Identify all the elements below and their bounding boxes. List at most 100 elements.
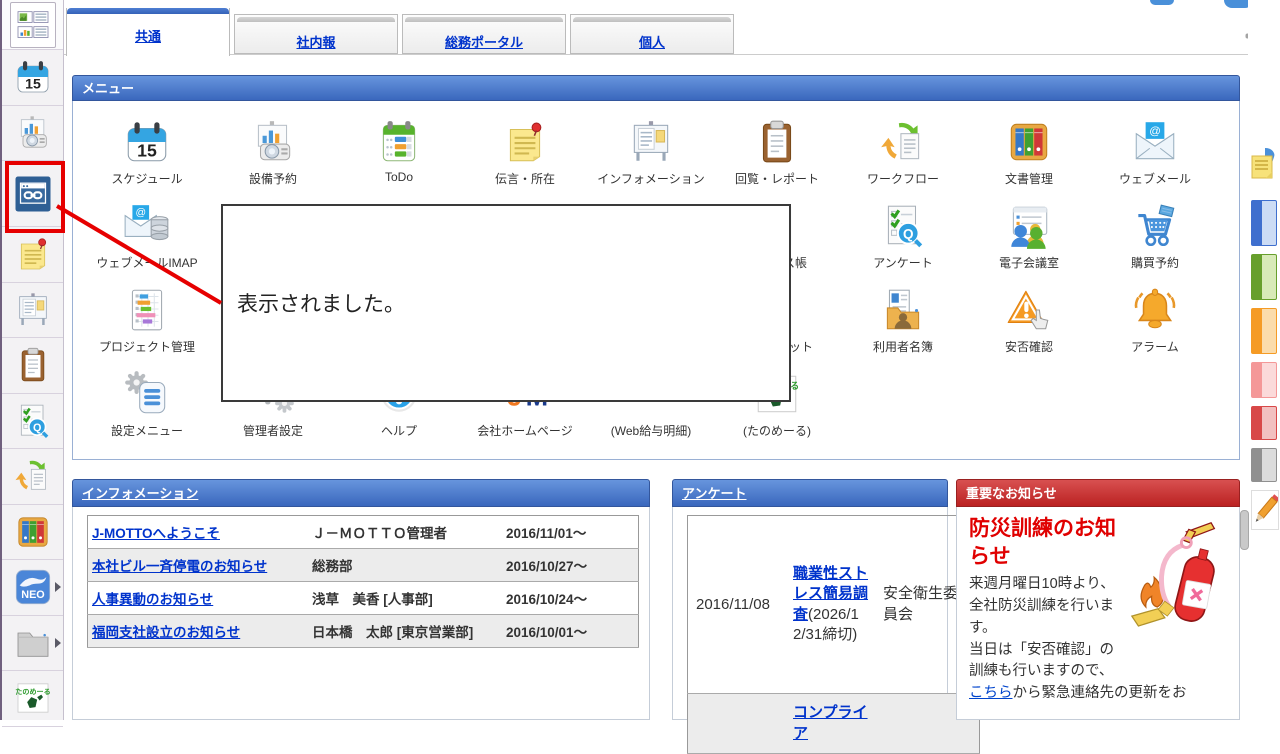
menu-item-meeting[interactable]: 電子会議室 [966, 201, 1092, 271]
users-icon [878, 285, 928, 335]
menu-item-label: 回覧・レポート [714, 170, 840, 187]
rightbar-shortcut-gray[interactable] [1251, 448, 1277, 482]
menu-item-projector[interactable]: 設備予約 [210, 117, 336, 187]
expand-arrow-icon[interactable] [55, 638, 61, 648]
menu-item-label: 文書管理 [966, 170, 1092, 187]
sidebar-item-facility-reservation[interactable] [2, 106, 63, 162]
survey-panel: アンケート 2016/11/08職業性ストレス簡易調査(2026/12/31締切… [672, 479, 948, 720]
important-notice-body: 防災訓練のお知らせ 来週月曜日10時より、全社防災訓練を行います。 当日は「安否… [956, 507, 1240, 720]
tab-3[interactable]: 総務ポータル [402, 14, 566, 54]
sidebar-item-document-management[interactable] [2, 505, 63, 561]
project-icon [122, 285, 172, 335]
svg-text:15: 15 [25, 77, 41, 93]
information-body: J-MOTTOへようこそＪ－ＭＯＴＴＯ管理者2016/11/01～本社ビル一斉停… [72, 507, 650, 720]
survey-row: 2016/11/08職業性ストレス簡易調査(2026/12/31締切)安全衛生委… [688, 516, 980, 694]
tab-2[interactable]: 社内報 [234, 14, 398, 54]
information-title-link[interactable]: インフォメーション [82, 486, 198, 501]
menu-item-settings[interactable]: 設定メニュー [84, 369, 210, 439]
menu-item-note[interactable]: 伝言・所在 [462, 117, 588, 187]
menu-item-label: ToDo [336, 170, 462, 184]
menu-item-label: ワークフロー [840, 170, 966, 187]
svg-text:NEO: NEO [21, 589, 44, 601]
tab-accent-bar [67, 8, 229, 14]
tab-label: 社内報 [296, 35, 335, 50]
info-title-link[interactable]: 本社ビル一斉停電のお知らせ [92, 559, 267, 574]
menu-panel-title: メニュー [82, 81, 134, 96]
menu-item-users[interactable]: 利用者名簿 [840, 285, 966, 355]
sidebar-item-cabinet-folder[interactable] [2, 616, 63, 672]
menu-item-label: インフォメーション [588, 170, 714, 187]
callout-text: 表示されました。 [237, 288, 405, 318]
menu-item-label: 購買予約 [1092, 254, 1218, 271]
menu-item-binders[interactable]: 文書管理 [966, 117, 1092, 187]
rightbar-shortcut-red[interactable] [1251, 406, 1277, 440]
safety-icon [1004, 285, 1054, 335]
rightbar-shortcut-blue[interactable] [1251, 200, 1277, 246]
menu-item-surveyq[interactable]: Qアンケート [840, 201, 966, 271]
sidebar-item-circulation-report[interactable] [2, 338, 63, 394]
menu-item-clipboard[interactable]: 回覧・レポート [714, 117, 840, 187]
survey-title-link[interactable]: コンプライア [793, 704, 868, 741]
clipboard-icon [13, 345, 53, 385]
info-title-link[interactable]: 福岡支社設立のお知らせ [92, 625, 240, 640]
note-icon [13, 234, 53, 274]
rightbar-shortcut-green[interactable] [1251, 254, 1277, 300]
sidebar-item-information[interactable] [2, 283, 63, 339]
tab-4[interactable]: 個人 [570, 14, 734, 54]
menu-item-label: (たのめーる) [714, 422, 840, 439]
menu-item-webmailimap[interactable]: @ウェブメールIMAP [84, 201, 210, 271]
rightbar-memo-shortcut[interactable] [1251, 146, 1277, 190]
info-date: 2016/10/24～ [502, 582, 639, 615]
notice-here-link[interactable]: こちら [969, 685, 1013, 701]
tutorial-callout: 表示されました。 [221, 204, 791, 402]
svg-text:15: 15 [137, 141, 157, 161]
sidebar-item-portal-selector[interactable] [2, 0, 63, 50]
survey-date [688, 694, 788, 754]
toolbar-cropped-icon[interactable] [1150, 0, 1174, 5]
sidebar-item-memo[interactable] [2, 227, 63, 283]
sidebar-item-workflow[interactable] [2, 449, 63, 505]
menu-item-todo[interactable]: ToDo [336, 117, 462, 184]
fire-extinguisher-icon [1123, 517, 1229, 645]
rightbar-shortcut-pink[interactable] [1251, 362, 1277, 398]
calendar-icon: 15 [13, 57, 53, 97]
sidebar-item-schedule[interactable]: 15 [2, 50, 63, 106]
menu-item-calendar[interactable]: 15スケジュール [84, 117, 210, 187]
menu-item-label: 電子会議室 [966, 254, 1092, 271]
survey-header: アンケート [672, 479, 948, 507]
tab-accent-bar [405, 17, 563, 22]
menu-item-label: 管理者設定 [210, 422, 336, 439]
meeting-icon [1004, 201, 1054, 251]
menu-item-board[interactable]: インフォメーション [588, 117, 714, 187]
notice-body-line: 当日は「安否確認」の訓練も行いますので、 [969, 640, 1229, 684]
workflow-icon [13, 456, 53, 496]
sidebar-item-desknets-neo[interactable]: NEO [2, 560, 63, 616]
folder-icon [13, 623, 53, 663]
menu-item-label: 設定メニュー [84, 422, 210, 439]
pencil-icon [1252, 491, 1278, 529]
menu-item-workflow[interactable]: ワークフロー [840, 117, 966, 187]
note-icon [500, 117, 550, 167]
rightbar-shortcut-orange[interactable] [1251, 308, 1277, 354]
menu-item-cart[interactable]: 購買予約 [1092, 201, 1218, 271]
tanomeru-icon: たのめーる [13, 678, 53, 718]
survey-table: 2016/11/08職業性ストレス簡易調査(2026/12/31締切)安全衛生委… [687, 515, 980, 754]
sidebar-item-tanomail[interactable]: たのめーる [2, 671, 63, 727]
webmail-icon: @ [1130, 117, 1180, 167]
rightbar-edit-pencil[interactable] [1251, 490, 1279, 530]
menu-item-webmail[interactable]: @ウェブメール [1092, 117, 1218, 187]
scrollbar-thumb[interactable] [1240, 510, 1249, 550]
menu-item-safety[interactable]: 安否確認 [966, 285, 1092, 355]
info-row: 本社ビル一斉停電のお知らせ総務部2016/10/27～ [88, 549, 639, 582]
tab-1[interactable]: 共通 [66, 8, 230, 56]
expand-arrow-icon[interactable] [55, 582, 61, 592]
survey-title-link[interactable]: アンケート [682, 486, 746, 501]
menu-item-label: (Web給与明細) [588, 422, 714, 439]
sidebar-item-survey[interactable]: Q [2, 394, 63, 450]
clipboard-icon [752, 117, 802, 167]
survey-row: コンプライア [688, 694, 980, 754]
info-title-link[interactable]: J-MOTTOへようこそ [92, 526, 220, 541]
menu-item-project[interactable]: プロジェクト管理 [84, 285, 210, 355]
menu-item-alarm[interactable]: アラーム [1092, 285, 1218, 355]
info-title-link[interactable]: 人事異動のお知らせ [92, 592, 213, 607]
